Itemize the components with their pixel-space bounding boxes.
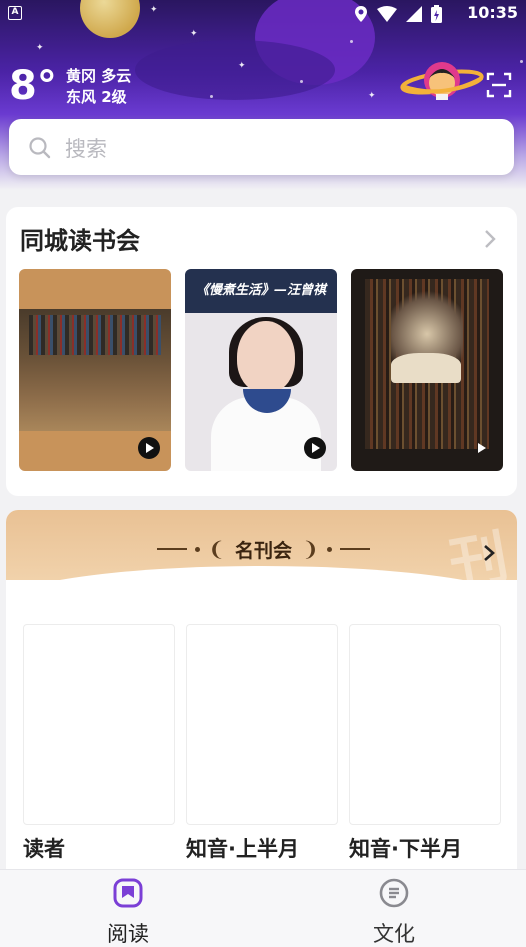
laurel-left-icon: ❨ xyxy=(208,537,225,561)
open-book-graphic xyxy=(391,353,461,383)
magazine-card: 刊 ❨ 名刊会 ❩ 读者 知音·上半月 知音·下半月 xyxy=(6,510,517,890)
magazine-item[interactable]: 读者 xyxy=(23,624,175,863)
video-caption: 《慢煮生活》—汪曾祺 xyxy=(185,269,337,313)
nebula-decoration xyxy=(135,40,335,100)
bottom-nav: 阅读 文化 xyxy=(0,869,526,947)
star-dot xyxy=(520,60,523,63)
status-time: 10:35 xyxy=(467,3,518,22)
section-title: 同城读书会 xyxy=(20,227,140,255)
bookshelf-graphic xyxy=(29,315,161,355)
play-icon xyxy=(304,437,326,459)
avatar-button[interactable] xyxy=(400,56,484,106)
book-icon xyxy=(113,878,143,908)
club-photo xyxy=(19,309,171,431)
list-circle-icon xyxy=(379,878,409,908)
reading-club-card: 同城读书会 《慢煮生活》—汪曾祺 xyxy=(6,207,517,496)
weather-city: 黄冈 多云 xyxy=(66,67,132,85)
star-icon: ✦ xyxy=(238,61,246,71)
scan-icon[interactable] xyxy=(486,72,512,98)
play-icon xyxy=(138,437,160,459)
magazine-name: 知音·下半月 xyxy=(349,837,462,861)
portrait-face xyxy=(237,321,295,393)
temperature: 8° xyxy=(9,63,57,109)
magazine-header: ❨ 名刊会 ❩ xyxy=(156,534,371,564)
weather-wind: 东风 2级 xyxy=(66,88,127,106)
star-icon: ✦ xyxy=(36,43,44,53)
weather-info: 黄冈 多云 东风 2级 xyxy=(66,66,131,108)
battery-icon xyxy=(431,5,442,23)
tab-reading[interactable]: 阅读 xyxy=(68,878,188,947)
search-input[interactable]: 搜索 xyxy=(65,133,107,163)
magazine-cover xyxy=(23,624,175,825)
status-icons xyxy=(354,5,442,23)
magazine-name: 读者 xyxy=(23,837,65,861)
signal-icon xyxy=(406,6,422,22)
section-title: 名刊会 xyxy=(234,539,292,562)
star-icon: ✦ xyxy=(190,29,198,39)
star-icon: ✦ xyxy=(368,91,376,101)
magazine-item[interactable]: 知音·上半月 xyxy=(186,624,338,863)
play-icon xyxy=(470,437,492,459)
divider xyxy=(339,548,370,550)
search-icon xyxy=(29,137,51,159)
chevron-right-icon[interactable] xyxy=(483,229,497,249)
magazine-cover xyxy=(349,624,501,825)
reading-club-item[interactable] xyxy=(351,269,503,471)
location-icon xyxy=(355,6,367,22)
chevron-right-icon[interactable] xyxy=(483,544,495,562)
wifi-icon xyxy=(377,6,397,22)
laurel-right-icon: ❩ xyxy=(302,537,319,561)
star-dot xyxy=(300,80,303,83)
avatar-planet-icon xyxy=(400,62,484,100)
divider-dot xyxy=(195,546,201,552)
status-bar: A 10:35 xyxy=(0,0,526,28)
divider-dot xyxy=(326,546,332,552)
star-dot xyxy=(210,95,213,98)
tab-culture[interactable]: 文化 xyxy=(334,878,454,947)
magazine-cover xyxy=(186,624,338,825)
star-dot xyxy=(350,40,353,43)
tab-label: 阅读 xyxy=(107,922,149,946)
tab-label: 文化 xyxy=(373,922,415,946)
magazine-item[interactable]: 知音·下半月 xyxy=(349,624,501,863)
magazine-name: 知音·上半月 xyxy=(186,837,299,861)
divider xyxy=(157,548,188,550)
search-bar[interactable]: 搜索 xyxy=(9,119,514,175)
reading-club-item[interactable]: 《慢煮生活》—汪曾祺 xyxy=(185,269,337,471)
reading-club-item[interactable] xyxy=(19,269,171,471)
header: ✦ ✦ ✦ ✦ ✦ A 10:35 8° 黄冈 多云 东风 2级 搜索 xyxy=(0,0,526,190)
notification-icon: A xyxy=(8,6,22,20)
